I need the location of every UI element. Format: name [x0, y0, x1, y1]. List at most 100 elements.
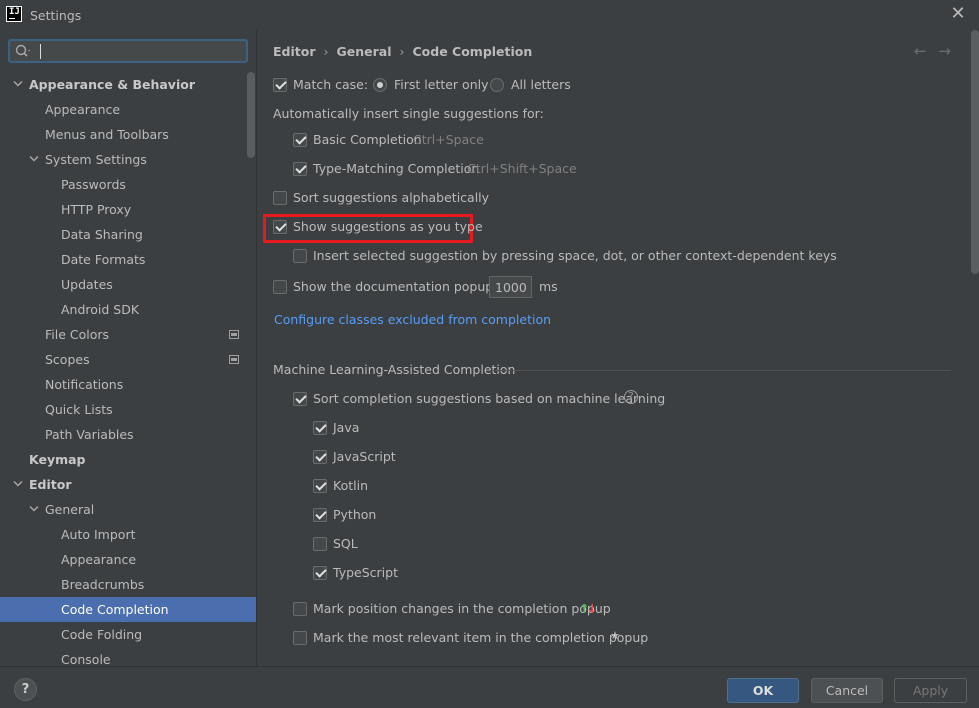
tree-item-console[interactable]: Console	[0, 647, 256, 666]
back-arrow-icon[interactable]: ←	[914, 42, 939, 60]
tree-item-menus-toolbars[interactable]: Menus and Toolbars	[0, 122, 256, 147]
arrow-down-icon: ↓	[587, 601, 598, 616]
apply-button[interactable]: Apply	[894, 678, 967, 703]
doc-popup-delay-input[interactable]	[489, 276, 532, 298]
mark-relevant-row: Mark the most relevant item in the compl…	[293, 628, 653, 648]
match-case-row: Match case: First letter only All letter…	[273, 75, 593, 95]
tree-item-editor[interactable]: Editor	[0, 472, 256, 497]
mark-position-checkbox[interactable]	[293, 602, 307, 616]
show-as-type-label: Show suggestions as you type	[293, 219, 483, 234]
text-caret	[40, 44, 41, 59]
lang-sql-row: SQL	[313, 534, 433, 554]
sort-alpha-checkbox[interactable]	[273, 191, 287, 205]
tree-item-general[interactable]: General	[0, 497, 256, 522]
sql-checkbox[interactable]	[313, 537, 327, 551]
content-scrollbar[interactable]	[971, 30, 979, 274]
ml-section-title: Machine Learning-Assisted Completion	[273, 362, 516, 377]
tree-item-auto-import[interactable]: Auto Import	[0, 522, 256, 547]
tree-item-passwords[interactable]: Passwords	[0, 172, 256, 197]
sidebar-scrollbar[interactable]	[247, 72, 255, 158]
breadcrumb: Editor › General › Code Completion	[273, 44, 532, 59]
tree-item-appearance-behavior[interactable]: Appearance & Behavior	[0, 72, 256, 97]
doc-popup-checkbox[interactable]	[273, 280, 287, 294]
mark-position-label: Mark position changes in the completion …	[313, 601, 611, 616]
java-checkbox[interactable]	[313, 421, 327, 435]
settings-content: Editor › General › Code Completion ←→ Match …	[257, 30, 979, 666]
sort-ml-row: Sort completion suggestions based on mac…	[293, 389, 673, 409]
chevron-right-icon: ›	[323, 44, 329, 59]
python-label: Python	[333, 507, 377, 522]
close-icon[interactable]: ✕	[949, 5, 967, 23]
show-as-type-checkbox[interactable]	[273, 220, 287, 234]
chevron-down-icon[interactable]	[13, 472, 25, 497]
tree-item-system-settings[interactable]: System Settings	[0, 147, 256, 172]
help-button[interactable]: ?	[14, 678, 37, 701]
tree-item-label: Code Completion	[61, 602, 169, 617]
tree-item-android-sdk[interactable]: Android SDK	[0, 297, 256, 322]
cancel-button[interactable]: Cancel	[811, 678, 883, 703]
tree-item-label: Quick Lists	[45, 402, 113, 417]
chevron-down-icon[interactable]	[29, 147, 41, 172]
tree-item-path-variables[interactable]: Path Variables	[0, 422, 256, 447]
match-case-checkbox[interactable]	[273, 78, 287, 92]
search-box[interactable]	[8, 39, 248, 63]
tree-item-label: Path Variables	[45, 427, 134, 442]
all-letters-radio[interactable]	[490, 78, 504, 92]
lang-kotlin-row: Kotlin	[313, 476, 433, 496]
breadcrumb-item: Editor	[273, 44, 316, 59]
insert-selected-checkbox[interactable]	[293, 249, 307, 263]
insert-selected-label: Insert selected suggestion by pressing s…	[313, 248, 837, 263]
kotlin-checkbox[interactable]	[313, 479, 327, 493]
tree-item-editor-appearance[interactable]: Appearance	[0, 547, 256, 572]
tree-item-label: Appearance & Behavior	[29, 77, 195, 92]
tree-item-appearance[interactable]: Appearance	[0, 97, 256, 122]
sort-ml-checkbox[interactable]	[293, 392, 307, 406]
type-matching-shortcut: Ctrl+Shift+Space	[467, 161, 577, 176]
basic-completion-row: Basic Completion Ctrl+Space	[293, 130, 593, 150]
tree-item-keymap[interactable]: Keymap	[0, 447, 256, 472]
tree-item-label: Appearance	[45, 102, 121, 117]
star-icon: ★	[610, 629, 620, 642]
help-icon[interactable]: ?	[624, 390, 638, 404]
tree-item-label: Data Sharing	[61, 227, 143, 242]
tree-item-file-colors[interactable]: File Colors	[0, 322, 256, 347]
tree-item-http-proxy[interactable]: HTTP Proxy	[0, 197, 256, 222]
tree-item-code-completion[interactable]: Code Completion	[0, 597, 256, 622]
type-matching-row: Type-Matching Completion Ctrl+Shift+Spac…	[293, 159, 613, 179]
python-checkbox[interactable]	[313, 508, 327, 522]
insert-selected-row: Insert selected suggestion by pressing s…	[293, 246, 837, 266]
type-matching-checkbox[interactable]	[293, 162, 307, 176]
lang-java-row: Java	[313, 418, 433, 438]
typescript-checkbox[interactable]	[313, 566, 327, 580]
tree-item-updates[interactable]: Updates	[0, 272, 256, 297]
project-level-icon	[229, 330, 239, 339]
first-letter-radio[interactable]	[373, 78, 387, 92]
ok-button[interactable]: OK	[727, 678, 799, 703]
forward-arrow-icon[interactable]: →	[938, 42, 963, 60]
tree-item-label: Updates	[61, 277, 113, 292]
chevron-down-icon[interactable]	[13, 72, 25, 97]
mark-relevant-checkbox[interactable]	[293, 631, 307, 645]
doc-popup-row: Show the documentation popup in ms	[273, 276, 593, 301]
configure-excluded-link[interactable]: Configure classes excluded from completi…	[274, 310, 551, 330]
tree-item-label: Menus and Toolbars	[45, 127, 169, 142]
tree-item-notifications[interactable]: Notifications	[0, 372, 256, 397]
tree-item-date-formats[interactable]: Date Formats	[0, 247, 256, 272]
tree-item-code-folding[interactable]: Code Folding	[0, 622, 256, 647]
dialog-footer: ? OK Cancel Apply	[0, 666, 979, 708]
doc-popup-label: Show the documentation popup in	[293, 279, 509, 294]
tree-item-label: Date Formats	[61, 252, 146, 267]
sql-label: SQL	[333, 536, 358, 551]
sort-ml-label: Sort completion suggestions based on mac…	[313, 391, 666, 406]
basic-completion-checkbox[interactable]	[293, 133, 307, 147]
tree-item-data-sharing[interactable]: Data Sharing	[0, 222, 256, 247]
tree-item-breadcrumbs[interactable]: Breadcrumbs	[0, 572, 256, 597]
search-input[interactable]	[36, 42, 241, 60]
chevron-down-icon[interactable]	[29, 497, 41, 522]
tree-item-label: Passwords	[61, 177, 126, 192]
tree-item-label: Code Folding	[61, 627, 143, 642]
tree-item-quick-lists[interactable]: Quick Lists	[0, 397, 256, 422]
tree-item-scopes[interactable]: Scopes	[0, 347, 256, 372]
navigation-arrows: ←→	[914, 42, 963, 60]
javascript-checkbox[interactable]	[313, 450, 327, 464]
